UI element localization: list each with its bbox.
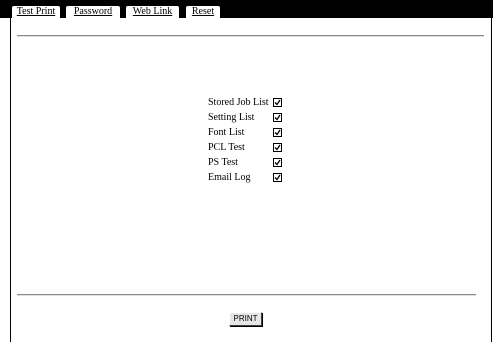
font-list-checkbox[interactable] xyxy=(273,128,282,137)
ps-test-checkbox[interactable] xyxy=(273,158,282,167)
checkmark-icon xyxy=(274,129,281,136)
checkmark-icon xyxy=(274,99,281,106)
tab-web-link-label: Web Link xyxy=(132,6,173,17)
tab-reset-label: Reset xyxy=(191,6,215,17)
top-divider xyxy=(17,35,484,37)
tab-password[interactable]: Password xyxy=(66,6,120,18)
option-label: PCL Test xyxy=(208,142,245,153)
option-label: Stored Job List xyxy=(208,97,269,108)
pcl-test-checkbox[interactable] xyxy=(273,143,282,152)
tab-test-print[interactable]: Test Print xyxy=(12,6,60,18)
print-options-list: Stored Job List Setting List Font List P… xyxy=(208,96,283,186)
option-label: PS Test xyxy=(208,157,238,168)
option-label: Email Log xyxy=(208,172,251,183)
stored-job-list-checkbox[interactable] xyxy=(273,98,282,107)
setting-list-checkbox[interactable] xyxy=(273,113,282,122)
checkmark-icon xyxy=(274,174,281,181)
option-pcl-test: PCL Test xyxy=(208,141,283,156)
tab-test-print-label: Test Print xyxy=(16,6,56,17)
option-setting-list: Setting List xyxy=(208,111,283,126)
option-ps-test: PS Test xyxy=(208,156,283,171)
tab-web-link[interactable]: Web Link xyxy=(126,6,179,18)
option-label: Font List xyxy=(208,127,245,138)
checkmark-icon xyxy=(274,159,281,166)
checkmark-icon xyxy=(274,144,281,151)
tab-password-label: Password xyxy=(73,6,113,17)
email-log-checkbox[interactable] xyxy=(273,173,282,182)
checkmark-icon xyxy=(274,114,281,121)
option-label: Setting List xyxy=(208,112,255,123)
option-font-list: Font List xyxy=(208,126,283,141)
print-button[interactable]: PRINT xyxy=(229,312,262,326)
bottom-divider xyxy=(17,294,476,296)
option-email-log: Email Log xyxy=(208,171,283,186)
tab-reset[interactable]: Reset xyxy=(186,6,220,18)
option-stored-job-list: Stored Job List xyxy=(208,96,283,111)
